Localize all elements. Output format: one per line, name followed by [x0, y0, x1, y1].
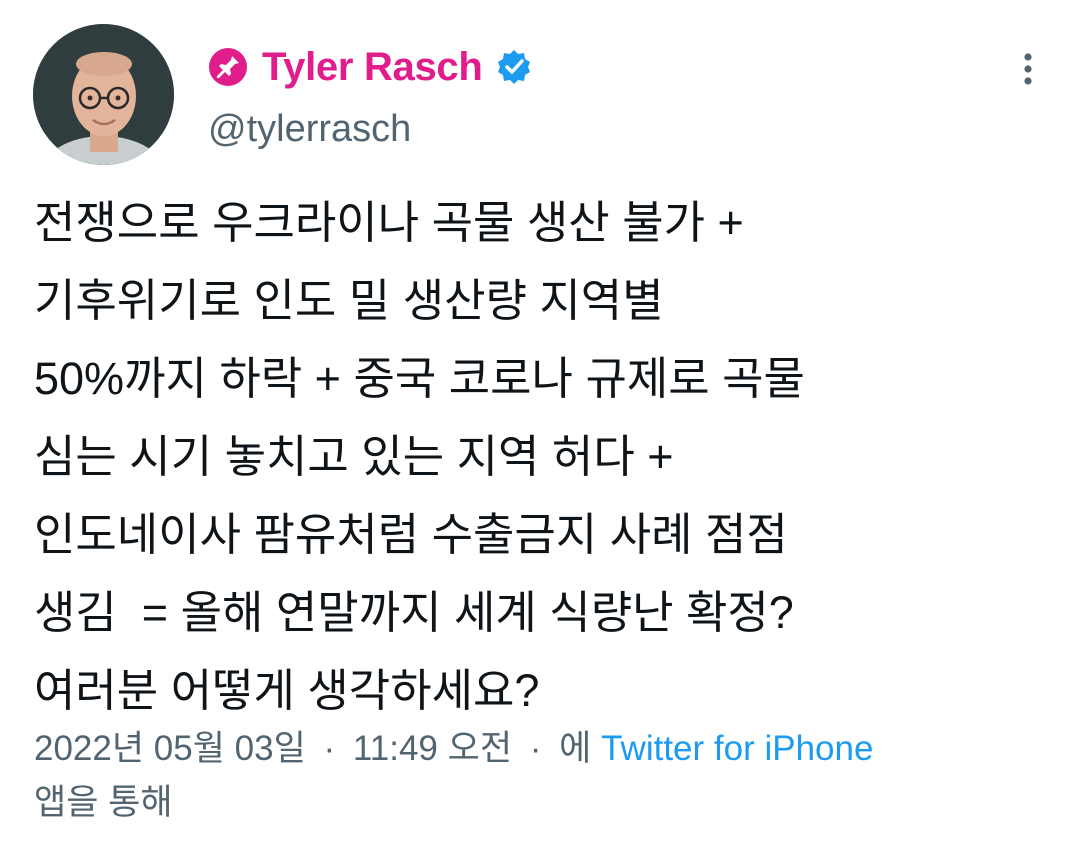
- via-prefix: 에: [559, 729, 592, 768]
- user-handle[interactable]: @tylerrasch: [208, 108, 533, 151]
- verified-badge-icon: [495, 48, 533, 86]
- tweet-date[interactable]: 2022년 05월 03일: [34, 729, 306, 768]
- tweet-card: Tyler Rasch @tylerrasch 전쟁으로 우크라이나 곡물 생산…: [0, 0, 1080, 856]
- meta-separator: ·: [323, 729, 336, 768]
- tweet-time[interactable]: 11:49 오전: [353, 729, 512, 768]
- display-name[interactable]: Tyler Rasch: [262, 45, 483, 90]
- pin-icon: [208, 47, 248, 87]
- tweet-header: Tyler Rasch @tylerrasch: [208, 40, 533, 151]
- more-vertical-icon: [1024, 53, 1032, 85]
- name-row: Tyler Rasch: [208, 40, 533, 94]
- source-app-link[interactable]: Twitter for iPhone: [601, 729, 873, 768]
- avatar[interactable]: [33, 24, 174, 165]
- via-suffix: 앱을 통해: [34, 783, 173, 822]
- tweet-text: 전쟁으로 우크라이나 곡물 생산 불가 + 기후위기로 인도 밀 생산량 지역별…: [34, 197, 805, 716]
- meta-separator: ·: [529, 729, 542, 768]
- avatar-photo: [33, 24, 174, 165]
- tweet-meta: 2022년 05월 03일 · 11:49 오전 · 에 Twitter for…: [34, 722, 1054, 830]
- more-options-button[interactable]: [1008, 48, 1048, 88]
